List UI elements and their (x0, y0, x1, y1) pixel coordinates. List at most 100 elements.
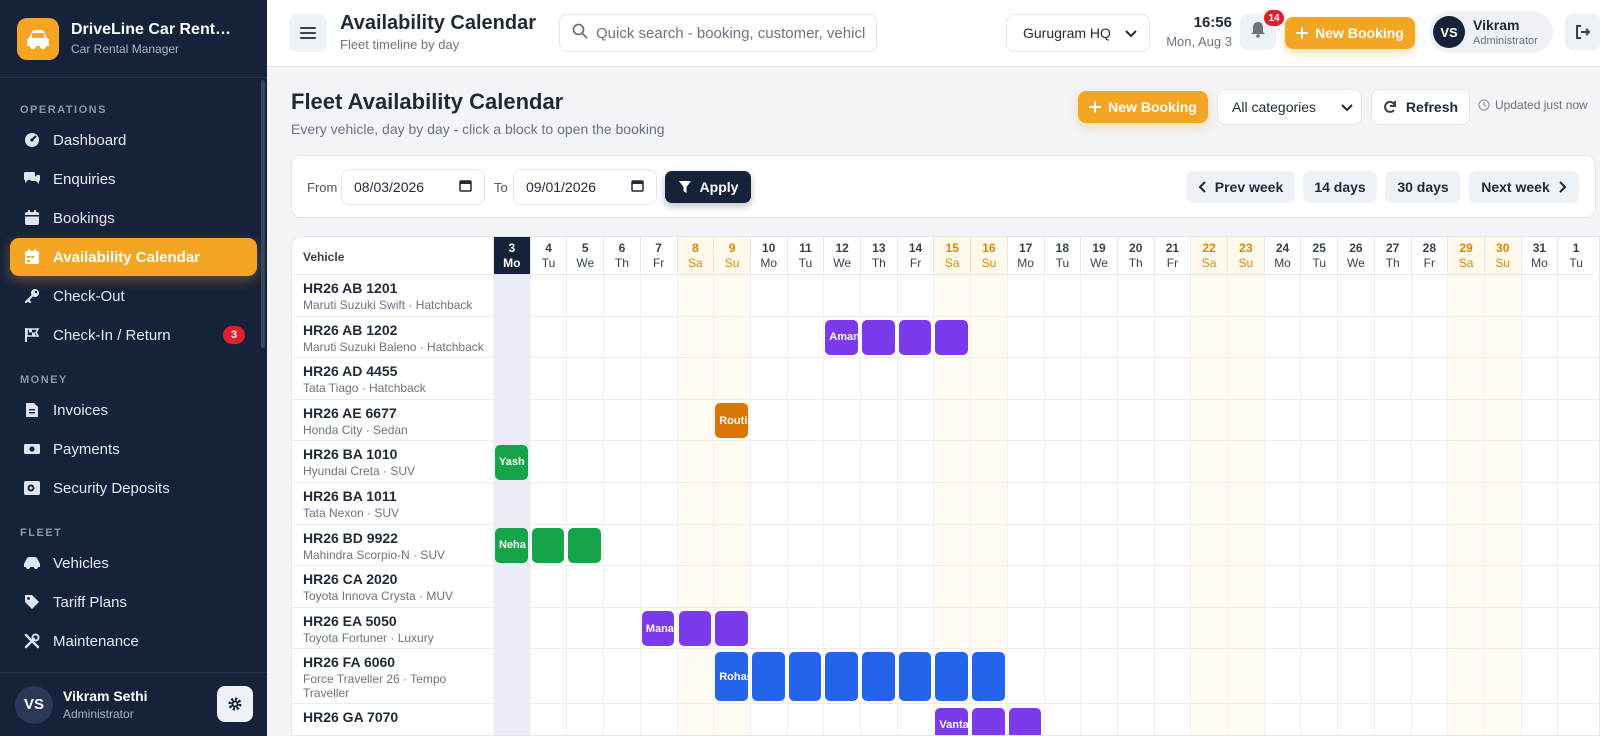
day-number: 12 (835, 241, 849, 255)
logout-icon[interactable] (1565, 14, 1600, 50)
vehicle-cell[interactable]: HR26 FA 6060 Force Traveller 26 · Tempo T… (292, 649, 493, 703)
booking-block[interactable]: Neha (495, 527, 528, 563)
booking-block[interactable] (568, 527, 602, 563)
search-box[interactable] (559, 14, 877, 52)
day-weekday: Su (724, 256, 740, 270)
branch-select[interactable]: Gurugram HQ (1006, 14, 1150, 52)
next-week-label: Next week (1481, 179, 1550, 195)
sidebar-item-enquiries[interactable]: Enquiries (10, 160, 257, 198)
vehicle-cell[interactable]: HR26 AD 4455 Tata Tiago · Hatchback (292, 358, 493, 399)
vehicle-plate: HR26 EA 5050 (303, 612, 397, 629)
sidebar-item-tariff-plans[interactable]: Tariff Plans (10, 583, 257, 621)
booking-block[interactable] (1008, 707, 1042, 735)
apply-button[interactable]: Apply (665, 171, 751, 203)
search-input[interactable] (596, 24, 866, 42)
next-week-button[interactable]: Next week (1469, 171, 1579, 203)
new-booking-button[interactable]: New Booking (1285, 17, 1415, 49)
booking-block[interactable] (751, 652, 785, 702)
sidebar-item-invoices[interactable]: Invoices (10, 391, 257, 429)
day-header: 22 Sa (1190, 237, 1227, 275)
booking-block[interactable] (678, 611, 712, 647)
vehicle-cell[interactable]: HR26 BA 1010 Hyundai Creta · SUV (292, 441, 493, 482)
day-weekday: Tu (1312, 256, 1327, 270)
new-booking-button[interactable]: New Booking (1078, 91, 1208, 123)
day-number: 31 (1532, 241, 1547, 255)
sidebar-item-check-in-return[interactable]: Check-In / Return 3 (10, 316, 257, 354)
brand[interactable]: DriveLine Car Rent… Car Rental Manager (0, 0, 267, 78)
day-header: 6 Th (603, 237, 640, 275)
day-number: 26 (1349, 241, 1363, 255)
sidebar-item-maintenance[interactable]: Maintenance (10, 622, 257, 660)
from-date-input[interactable]: 08/03/2026 (341, 169, 485, 205)
booking-block[interactable] (715, 611, 748, 647)
sidebar-item-security-deposits[interactable]: Security Deposits (10, 469, 257, 507)
refresh-button[interactable]: Refresh (1371, 89, 1470, 125)
day-header: 31 Mo (1520, 237, 1558, 275)
calendar-check-icon (23, 209, 41, 227)
vehicle-cell[interactable]: HR26 EA 5050 Toyota Fortuner · Luxury (292, 608, 493, 649)
day-weekday: We (833, 256, 852, 270)
sidebar-item-dashboard[interactable]: Dashboard (10, 121, 257, 159)
table-row: HR26 CA 2020 Toyota Innova Crysta · MUV (292, 566, 1599, 608)
tools-icon (23, 632, 41, 650)
gear-icon[interactable] (217, 686, 253, 722)
vehicle-cell[interactable]: HR26 AB 1201 Maruti Suzuki Swift · Hatchb… (292, 275, 493, 316)
vehicle-cell[interactable]: HR26 AB 1202 Maruti Suzuki Baleno · Hatch… (292, 317, 493, 358)
to-date-input[interactable]: 09/01/2026 (513, 169, 657, 205)
booking-block[interactable] (935, 319, 969, 355)
day-number: 14 (908, 241, 923, 255)
day-header: 9 Su (713, 237, 750, 275)
sidebar-item-availability-calendar[interactable]: Availability Calendar (10, 238, 257, 276)
30-days-button[interactable]: 30 days (1385, 171, 1461, 203)
booking-block[interactable] (862, 319, 895, 355)
vehicle-cell[interactable]: HR26 AE 6677 Honda City · Sedan (292, 400, 493, 441)
calendar-icon (459, 179, 472, 195)
booking-block[interactable] (935, 652, 969, 702)
table-row: HR26 AE 6677Honda City · Sedan Routine (292, 400, 1599, 442)
vehicle-cell[interactable]: HR26 CA 2020 Toyota Innova Crysta · MUV (292, 566, 493, 607)
booking-block[interactable] (898, 652, 932, 702)
booking-block[interactable]: Yash (495, 444, 528, 480)
sidebar-item-payments[interactable]: Payments (10, 430, 257, 468)
booking-block[interactable] (825, 652, 858, 702)
vehicle-cell[interactable]: HR26 BA 1011 Tata Nexon · SUV (292, 483, 493, 524)
booking-block[interactable]: Aman (825, 319, 858, 355)
table-row: HR26 AB 1202 Maruti Suzuki Baleno · Hatch… (292, 317, 1599, 359)
booking-block[interactable] (862, 652, 895, 702)
booking-block[interactable]: Manav (641, 611, 675, 647)
booking-block[interactable] (531, 527, 565, 563)
booking-block[interactable]: Routine (715, 403, 748, 439)
vehicle-cell[interactable]: HR26 GA 7070 (292, 704, 493, 735)
table-row: HR26 EA 5050 Toyota Fortuner · Luxury Mana… (292, 608, 1599, 650)
day-number: 15 (945, 241, 959, 255)
day-weekday: We (576, 256, 595, 270)
sidebar-item-vehicles[interactable]: Vehicles (10, 544, 257, 582)
prev-week-button[interactable]: Prev week (1186, 171, 1295, 203)
brand-title: DriveLine Car Rent… (71, 21, 232, 38)
avatar: VS (1433, 16, 1465, 48)
notifications-button[interactable]: 14 (1240, 10, 1284, 50)
vehicle-plate: HR26 AB 1201 (303, 280, 398, 296)
day-header: 18 Tu (1043, 237, 1081, 275)
14-days-button[interactable]: 14 days (1303, 171, 1377, 203)
booking-block[interactable] (972, 707, 1005, 735)
booking-block[interactable]: Vantage (935, 707, 969, 735)
apply-label: Apply (699, 179, 739, 195)
avatar[interactable]: VS (15, 685, 53, 724)
sidebar-item-check-out[interactable]: Check-Out (10, 277, 257, 315)
booking-block[interactable] (788, 652, 822, 702)
vehicle-cell[interactable]: HR26 BD 9922 Mahindra Scorpio-N · SUV (292, 525, 493, 566)
day-header: 19 We (1080, 237, 1117, 275)
booking-block[interactable]: Rohan (715, 652, 748, 702)
category-select[interactable]: All categories (1217, 89, 1362, 125)
vehicle-model: Toyota Fortuner · Luxury (303, 630, 434, 645)
booking-block[interactable] (898, 319, 932, 355)
profile-menu[interactable]: VS Vikram Administrator (1429, 11, 1553, 53)
menu-icon[interactable] (289, 14, 327, 52)
day-header: 13 Th (860, 237, 897, 275)
day-weekday: Mo (1017, 256, 1034, 270)
flag-icon (23, 326, 41, 344)
sidebar-item-bookings[interactable]: Bookings (10, 199, 257, 237)
sidebar-scrollbar[interactable] (261, 80, 265, 348)
booking-block[interactable] (972, 652, 1005, 702)
